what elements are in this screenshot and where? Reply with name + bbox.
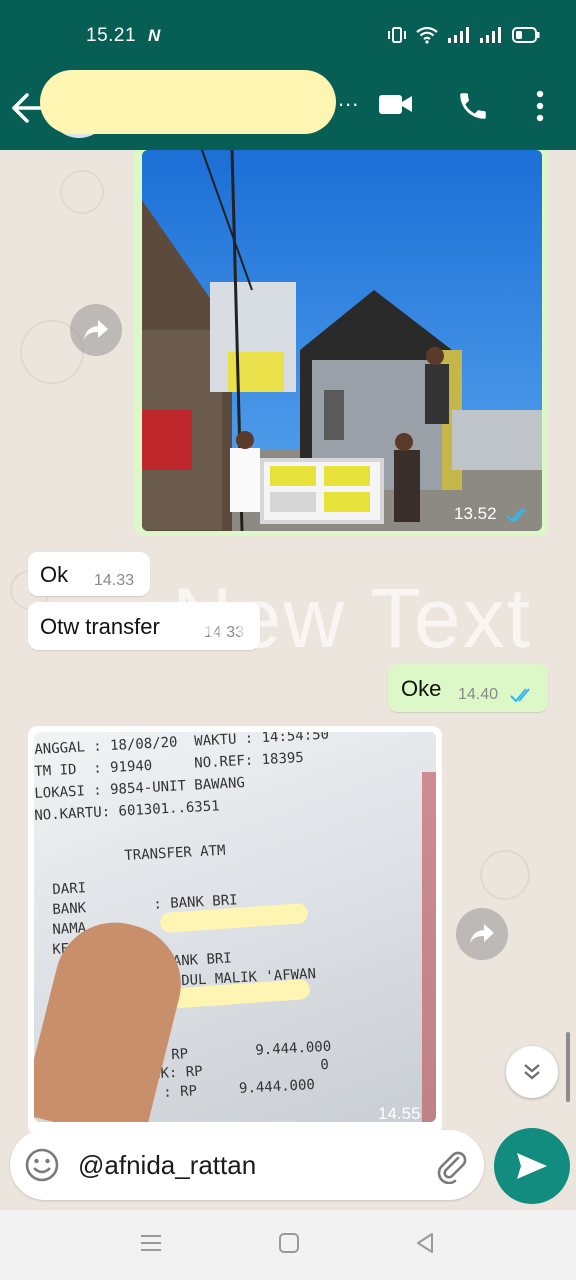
wallpaper-doodle xyxy=(60,170,104,214)
status-bar: 15.21 N xyxy=(0,0,576,66)
read-ticks-icon xyxy=(506,508,526,523)
photo-illustration xyxy=(142,150,542,531)
recent-apps-icon[interactable] xyxy=(140,1232,162,1254)
forward-button[interactable] xyxy=(456,908,508,960)
outgoing-message[interactable]: Oke 14.40 xyxy=(388,664,548,712)
scrollbar[interactable] xyxy=(566,1032,570,1102)
message-input[interactable] xyxy=(78,1150,418,1181)
send-icon xyxy=(517,1153,547,1179)
send-button[interactable] xyxy=(494,1128,570,1204)
attach-icon[interactable] xyxy=(434,1148,470,1184)
system-nav-bar xyxy=(0,1210,576,1280)
chat-header: ... xyxy=(0,66,576,150)
message-time: 14.40 xyxy=(458,686,499,703)
home-icon[interactable] xyxy=(278,1232,300,1254)
forward-icon xyxy=(470,924,494,944)
shared-photo-receipt[interactable]: ANGGAL : 18/08/20 WAKTU : 14:54:50 TM ID… xyxy=(34,732,436,1122)
voice-call-icon[interactable] xyxy=(456,88,490,124)
video-call-icon[interactable] xyxy=(378,90,414,118)
battery-icon xyxy=(512,27,540,43)
status-icons xyxy=(388,26,540,44)
message-composer xyxy=(10,1130,484,1200)
truncation-ellipsis: ... xyxy=(338,86,360,111)
message-time: 14.33 xyxy=(94,572,135,589)
forward-button[interactable] xyxy=(70,304,122,356)
double-chevron-down-icon xyxy=(524,1064,540,1080)
message-time: 13.52 xyxy=(454,504,497,523)
emoji-icon[interactable] xyxy=(24,1147,60,1183)
incoming-message[interactable]: Ok 14.33 xyxy=(28,552,150,596)
back-icon[interactable] xyxy=(414,1232,436,1254)
read-ticks-icon xyxy=(510,688,530,703)
message-text: Ok xyxy=(40,562,69,587)
receipt-line: DARI xyxy=(52,880,87,898)
more-options-icon[interactable] xyxy=(530,88,550,124)
message-text: Oke xyxy=(401,676,442,701)
watermark-text: New Text xyxy=(172,571,532,665)
wifi-icon xyxy=(416,26,438,44)
forward-icon xyxy=(84,320,108,340)
scroll-to-bottom-button[interactable] xyxy=(506,1046,558,1098)
message-text: Otw transfer xyxy=(40,614,160,639)
redacted-contact-name[interactable] xyxy=(40,70,336,134)
message-time: 14.55 xyxy=(378,1104,421,1122)
wallpaper-doodle xyxy=(480,850,530,900)
nfc-icon: N xyxy=(148,26,161,45)
signal-icon-2 xyxy=(480,27,501,43)
card-edge xyxy=(422,772,436,1122)
vibrate-icon xyxy=(388,27,406,43)
status-time: 15.21 xyxy=(86,25,137,46)
chat-area[interactable]: 13.52 Ok 14.33 Otw transfer 14 33 New Te… xyxy=(0,150,576,1210)
shared-photo-truck[interactable]: 13.52 xyxy=(142,150,542,531)
signal-icon xyxy=(448,27,469,43)
